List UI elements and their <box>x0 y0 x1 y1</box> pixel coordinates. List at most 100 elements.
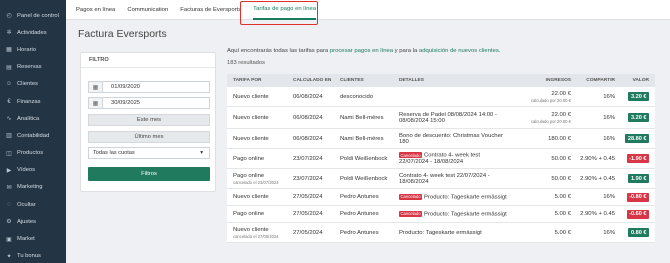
table-row[interactable]: Nuevo cliente 27/05/2024 Pedro Antunes Canc… <box>227 189 655 206</box>
table-cell: 2.90% + 0.45 <box>575 176 615 182</box>
sidebar-item[interactable]: ✉ Marketing <box>0 179 66 196</box>
calc-date: 06/08/2024 <box>293 114 323 121</box>
table-row[interactable]: Nuevo cliente cancelado el 27/05/2024 27/0… <box>227 223 655 243</box>
last-month-button[interactable]: Último mes <box>88 131 210 143</box>
share: 2.90% + 0.45 <box>580 155 615 162</box>
column-header: VALOR <box>632 78 649 83</box>
sidebar-item-label: Vídeos <box>17 167 36 174</box>
sidebar-item[interactable]: ▤ Reservas <box>0 59 66 76</box>
table-cell: Pedro Antunes <box>340 211 398 217</box>
sidebar-item[interactable]: ✲ Actividades <box>0 24 66 41</box>
table-cell: Pago online cancelado el 23/07/2024 <box>233 173 288 185</box>
table-row[interactable]: Nuevo cliente 06/08/2024 Nami Bell-mères Re… <box>227 107 655 129</box>
revenue: 50.00 € <box>551 155 571 162</box>
table-cell: 23/07/2024 <box>293 176 341 182</box>
date-to-field[interactable]: ▦ 30/09/2025 <box>88 97 210 109</box>
this-month-button[interactable]: Este mes <box>88 114 210 126</box>
fee-value-badge: -0.80 € <box>626 192 649 202</box>
sidebar-item[interactable]: ☺ Clientes <box>0 76 66 93</box>
table-row[interactable]: Pago online cancelado el 23/07/2024 23/07/… <box>227 169 655 189</box>
column-header: TARIFA POR <box>233 78 262 83</box>
videos-icon: ▶ <box>6 167 12 174</box>
schedule-icon: ▦ <box>6 47 12 54</box>
table-cell: Pago online <box>233 156 288 162</box>
table-row[interactable]: Nuevo cliente 06/08/2024 desconocido 22.00 … <box>227 87 655 107</box>
table-cell: 27/05/2024 <box>293 194 341 200</box>
table-cell: 2.90% + 0.45 <box>575 156 615 162</box>
customer-name: Poldi Weißenbock <box>340 155 388 162</box>
table-cell: 22.00 € calculado por 20.00 € <box>509 91 571 103</box>
table-cell: 16% <box>575 94 615 100</box>
table-cell: Bono de descuento: Christmas Voucher 180 <box>399 133 509 145</box>
new-customers-link[interactable]: adquisición de nuevos clientes <box>419 48 499 54</box>
table-cell: Nami Bell-mères <box>340 136 398 142</box>
sidebar-item[interactable]: ◌ Ocultar <box>0 196 66 213</box>
fee-type: Pago online <box>233 172 265 179</box>
online-payments-link[interactable]: procesar pagos en línea <box>330 48 393 54</box>
sidebar-item-label: Contabilidad <box>17 132 50 139</box>
fees-select[interactable]: Todas las cuotas ▾ <box>88 147 210 159</box>
calendar-icon: ▦ <box>89 98 103 108</box>
revenue: 5.00 € <box>554 229 571 236</box>
table-cell: 50.00 € <box>509 176 571 182</box>
finance-icon: € <box>7 98 11 105</box>
date-to-value: 30/09/2025 <box>111 100 141 106</box>
table-row[interactable]: Pago online 27/05/2024 Pedro Antunes Cancel… <box>227 206 655 223</box>
tab[interactable]: Facturas de Eversports <box>180 0 241 20</box>
fee-value-badge: 28.80 € <box>625 134 649 143</box>
analytics-icon: ∿ <box>6 116 12 123</box>
tab[interactable]: Tarifas de pago en línea <box>253 0 317 20</box>
sidebar-item[interactable]: ✦ Tu bonus <box>0 248 66 263</box>
table-cell: 06/08/2024 <box>293 94 341 100</box>
sidebar-item[interactable]: ◴ Panel de control <box>0 7 66 24</box>
table-row[interactable]: Nuevo cliente 06/08/2024 Nami Bell-mères Bo… <box>227 129 655 149</box>
tab[interactable]: Communication <box>127 0 168 20</box>
activities-icon: ✲ <box>6 30 12 37</box>
fee-type: Nuevo cliente <box>233 114 269 121</box>
date-from-field[interactable]: ▦ 01/09/2020 <box>88 81 210 93</box>
fee-type-sub: cancelado el 23/07/2024 <box>233 179 279 185</box>
intro-text: Aquí encontrarás todas las tarifas para … <box>227 48 500 54</box>
sidebar-item[interactable]: € Finanzas <box>0 93 66 110</box>
table-row[interactable]: Pago online 23/07/2024 Poldi Weißenbock Can… <box>227 149 655 169</box>
table-cell: Cancelado Contrato 4- week test 22/07/202… <box>399 152 509 165</box>
share: 16% <box>603 93 615 100</box>
table-cell: 23/07/2024 <box>293 156 341 162</box>
market-icon: ▣ <box>6 236 12 243</box>
sidebar-item[interactable]: ▣ Market <box>0 230 66 247</box>
bonus-icon: ✦ <box>6 253 12 260</box>
column-header: CLIENTES <box>340 78 364 83</box>
fee-value-badge: -1.90 € <box>626 154 649 163</box>
hide-icon: ◌ <box>7 201 11 208</box>
fee-type: Nuevo cliente <box>233 226 269 233</box>
column-header: INGRESOS <box>545 78 571 83</box>
table-cell: Nami Bell-mères <box>340 115 398 121</box>
apply-filter-button[interactable]: Filtros <box>88 167 210 181</box>
sidebar-item[interactable]: ∿ Analítica <box>0 110 66 127</box>
tab[interactable]: Pagos en línea <box>76 0 115 20</box>
sidebar-item[interactable]: ▦ Horario <box>0 41 66 58</box>
revenue-sub: calculado por 20.00 € <box>530 97 571 103</box>
customer-name: Nami Bell-mères <box>340 135 384 142</box>
fee-type: Nuevo cliente <box>233 194 269 200</box>
customer-name: Pedro Antunes <box>340 229 379 236</box>
sidebar-item[interactable]: ⚙ Ajustes <box>0 213 66 230</box>
revenue: 5.00 € <box>554 211 571 217</box>
sidebar-item[interactable]: ◫ Productos <box>0 145 66 162</box>
page-title: Factura Eversports <box>78 28 167 40</box>
sidebar-item-label: Ajustes <box>17 218 37 225</box>
intro-after: . <box>498 48 501 54</box>
fee-value-badge: -0.60 € <box>626 209 649 219</box>
detail-text: Reserva de Padel 08/08/2024 14:00 - 08/0… <box>399 111 497 124</box>
table-cell: Nuevo cliente cancelado el 27/05/2024 <box>233 227 288 239</box>
table-cell: 16% <box>575 194 615 200</box>
fee-type: Nuevo cliente <box>233 93 269 100</box>
calc-date: 27/05/2024 <box>293 211 323 217</box>
sidebar-item[interactable]: ▥ Contabilidad <box>0 127 66 144</box>
sidebar-item[interactable]: ▶ Vídeos <box>0 162 66 179</box>
column-header: CALCULADO EN <box>293 78 332 83</box>
revenue: 22.00 € <box>551 111 571 118</box>
sidebar-item-label: Productos <box>17 150 44 157</box>
share: 16% <box>603 229 615 236</box>
table-cell: Pago online <box>233 211 288 217</box>
